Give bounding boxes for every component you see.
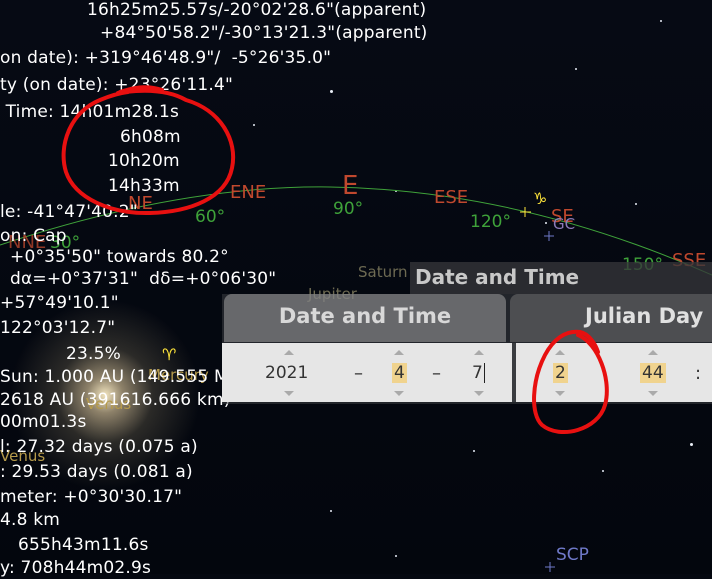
annotation-circle-times: [61, 88, 236, 216]
annotation-circle-hour: [532, 329, 609, 435]
red-annotations: [61, 85, 609, 435]
